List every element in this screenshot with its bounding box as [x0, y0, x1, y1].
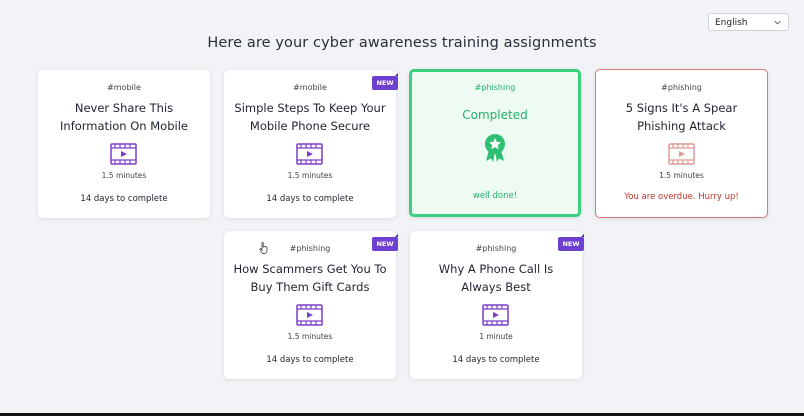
- assignment-card[interactable]: NEW #phishing Why A Phone Call Is Always…: [410, 231, 584, 379]
- card-tag: #mobile: [293, 83, 327, 92]
- assignment-card[interactable]: #mobile Never Share This Information On …: [38, 70, 210, 218]
- card-deadline: 14 days to complete: [266, 194, 354, 204]
- assignment-card-overdue[interactable]: #phishing 5 Signs It's A Spear Phishing …: [595, 69, 768, 218]
- card-tag: #phishing: [474, 83, 516, 92]
- overdue-message: You are overdue. Hurry up!: [624, 192, 739, 202]
- card-tag: #mobile: [107, 83, 141, 92]
- assignment-card[interactable]: NEW #phishing How Scammers Get You To Bu…: [224, 231, 398, 379]
- page-title: Here are your cyber awareness training a…: [207, 35, 597, 51]
- assignment-card-completed[interactable]: #phishing Completed well done!: [409, 69, 581, 217]
- completion-message: well done!: [472, 191, 518, 201]
- card-duration: 1.5 minutes: [659, 171, 704, 180]
- video-icon: [296, 143, 323, 165]
- card-title: How Scammers Get You To Buy Them Gift Ca…: [233, 262, 387, 294]
- video-icon: [110, 143, 137, 165]
- card-duration: 1.5 minutes: [287, 171, 333, 180]
- card-title: 5 Signs It's A Spear Phishing Attack: [625, 101, 738, 133]
- card-title: Simple Steps To Keep Your Mobile Phone S…: [234, 101, 386, 133]
- card-duration: 1 minute: [479, 332, 513, 341]
- hand-cursor-icon: [259, 242, 268, 254]
- chevron-down-icon: [774, 20, 781, 25]
- card-tag: #phishing: [661, 83, 702, 92]
- video-icon: [482, 304, 509, 326]
- assignment-card[interactable]: NEW #mobile Simple Steps To Keep Your Mo…: [224, 70, 398, 218]
- card-tag: #phishing: [475, 244, 517, 253]
- card-title: Why A Phone Call Is Always Best: [438, 262, 554, 294]
- card-deadline: 14 days to complete: [80, 194, 168, 204]
- award-icon: [485, 134, 505, 162]
- card-duration: 1.5 minutes: [287, 332, 333, 341]
- card-duration: 1.5 minutes: [101, 171, 147, 180]
- card-deadline: 14 days to complete: [266, 355, 354, 365]
- language-selected-label: English: [715, 18, 748, 28]
- video-icon: [296, 304, 323, 326]
- card-deadline: 14 days to complete: [452, 355, 540, 365]
- language-select[interactable]: English: [708, 13, 789, 31]
- card-status-title: Completed: [462, 108, 528, 122]
- video-icon: [668, 143, 695, 165]
- card-title: Never Share This Information On Mobile: [60, 101, 188, 133]
- card-tag: #phishing: [289, 244, 331, 253]
